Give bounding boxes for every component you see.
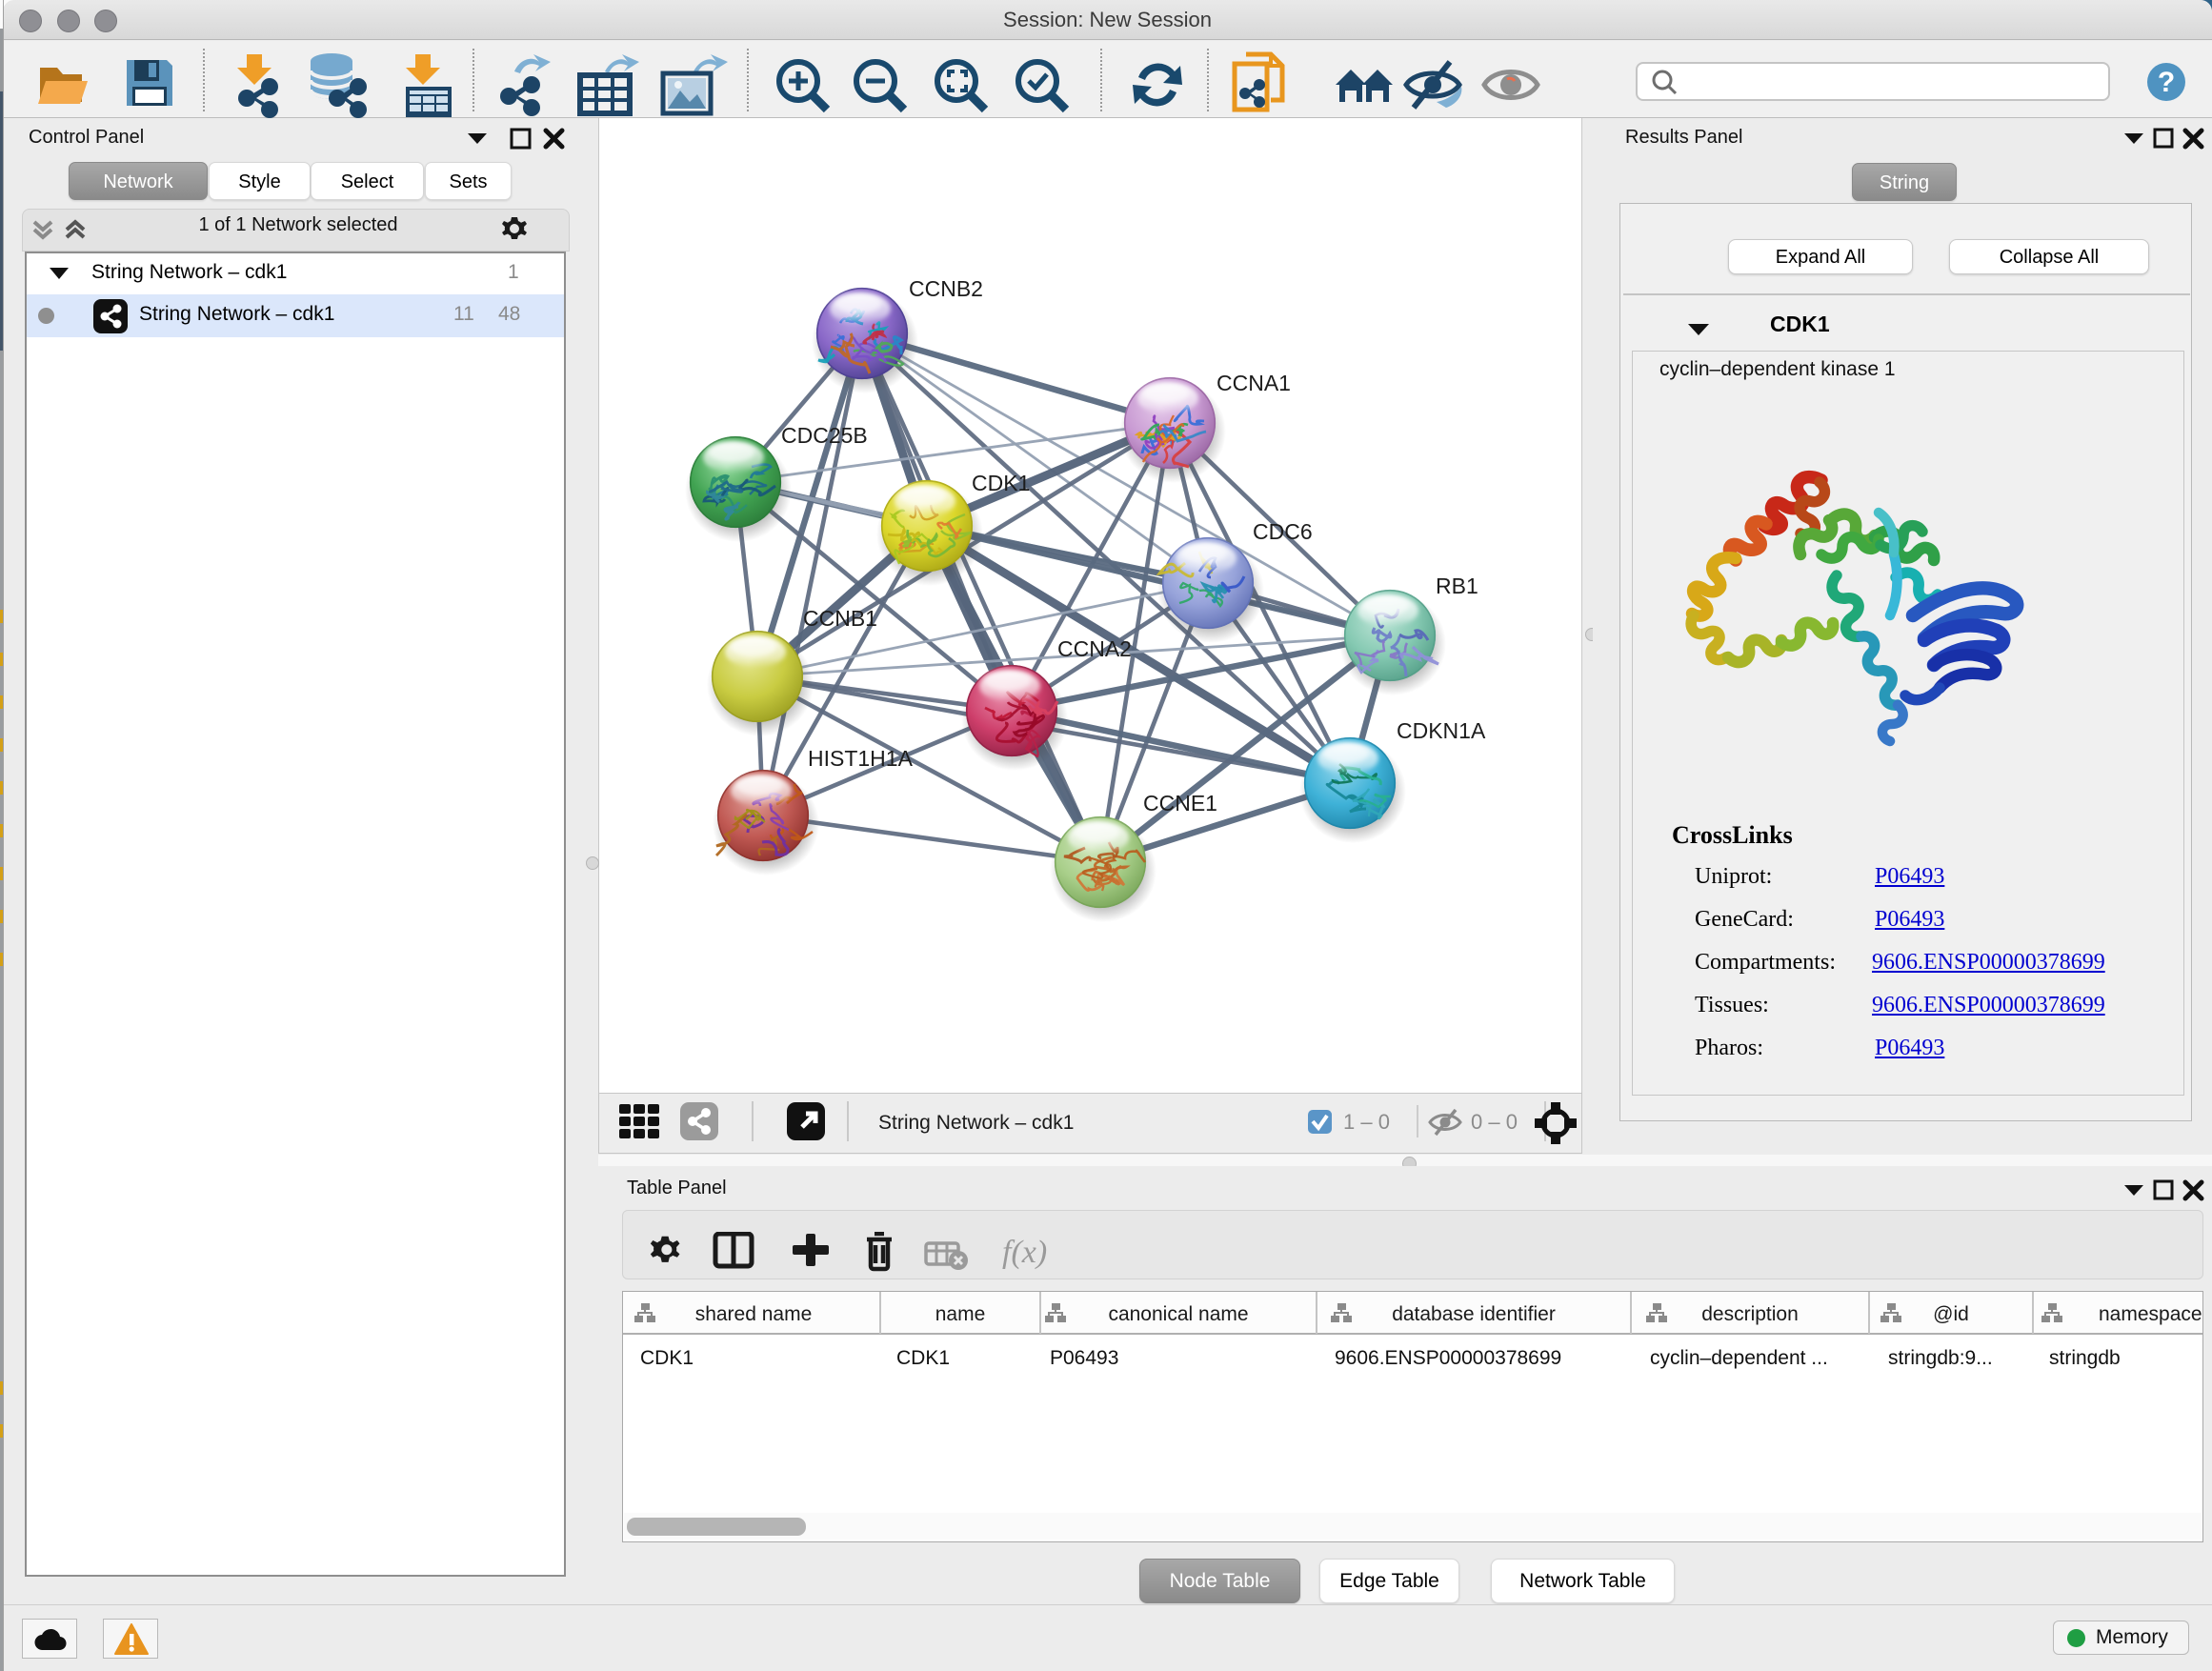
- svg-text:CDK1: CDK1: [972, 471, 1030, 495]
- svg-text:database identifier: database identifier: [1392, 1303, 1556, 1325]
- svg-text:CCNB1: CCNB1: [803, 606, 877, 631]
- svg-text:namespace: namespace: [2099, 1303, 2202, 1325]
- svg-text:@id: @id: [1933, 1303, 1969, 1325]
- svg-text:shared name: shared name: [695, 1303, 813, 1325]
- svg-text:CDC25B: CDC25B: [781, 423, 868, 448]
- svg-text:RB1: RB1: [1436, 574, 1478, 598]
- svg-text:String Network – cdk1: String Network – cdk1: [878, 1112, 1074, 1134]
- svg-text:?: ?: [2158, 67, 2175, 98]
- svg-text:CDK1: CDK1: [896, 1347, 950, 1369]
- svg-text:CCNA2: CCNA2: [1057, 636, 1132, 661]
- svg-text:CCNA1: CCNA1: [1217, 371, 1291, 395]
- svg-text:CDK1: CDK1: [640, 1347, 694, 1369]
- svg-text:CDC6: CDC6: [1253, 519, 1313, 544]
- svg-text:f(x): f(x): [1002, 1235, 1047, 1270]
- svg-text:description: description: [1701, 1303, 1799, 1325]
- svg-text:CDKN1A: CDKN1A: [1397, 718, 1486, 743]
- svg-text:stringdb: stringdb: [2049, 1347, 2121, 1369]
- svg-text:CCNE1: CCNE1: [1143, 791, 1217, 815]
- svg-text:stringdb:9...: stringdb:9...: [1888, 1347, 1993, 1369]
- svg-text:CCNB2: CCNB2: [909, 276, 983, 301]
- svg-text:HIST1H1A: HIST1H1A: [808, 746, 914, 771]
- svg-text:canonical name: canonical name: [1108, 1303, 1248, 1325]
- svg-text:P06493: P06493: [1050, 1347, 1118, 1369]
- svg-text:name: name: [935, 1303, 986, 1325]
- svg-text:0 – 0: 0 – 0: [1471, 1110, 1518, 1134]
- svg-text:1 – 0: 1 – 0: [1343, 1110, 1390, 1134]
- svg-text:cyclin–dependent ...: cyclin–dependent ...: [1650, 1347, 1828, 1369]
- svg-text:9606.ENSP00000378699: 9606.ENSP00000378699: [1335, 1347, 1561, 1369]
